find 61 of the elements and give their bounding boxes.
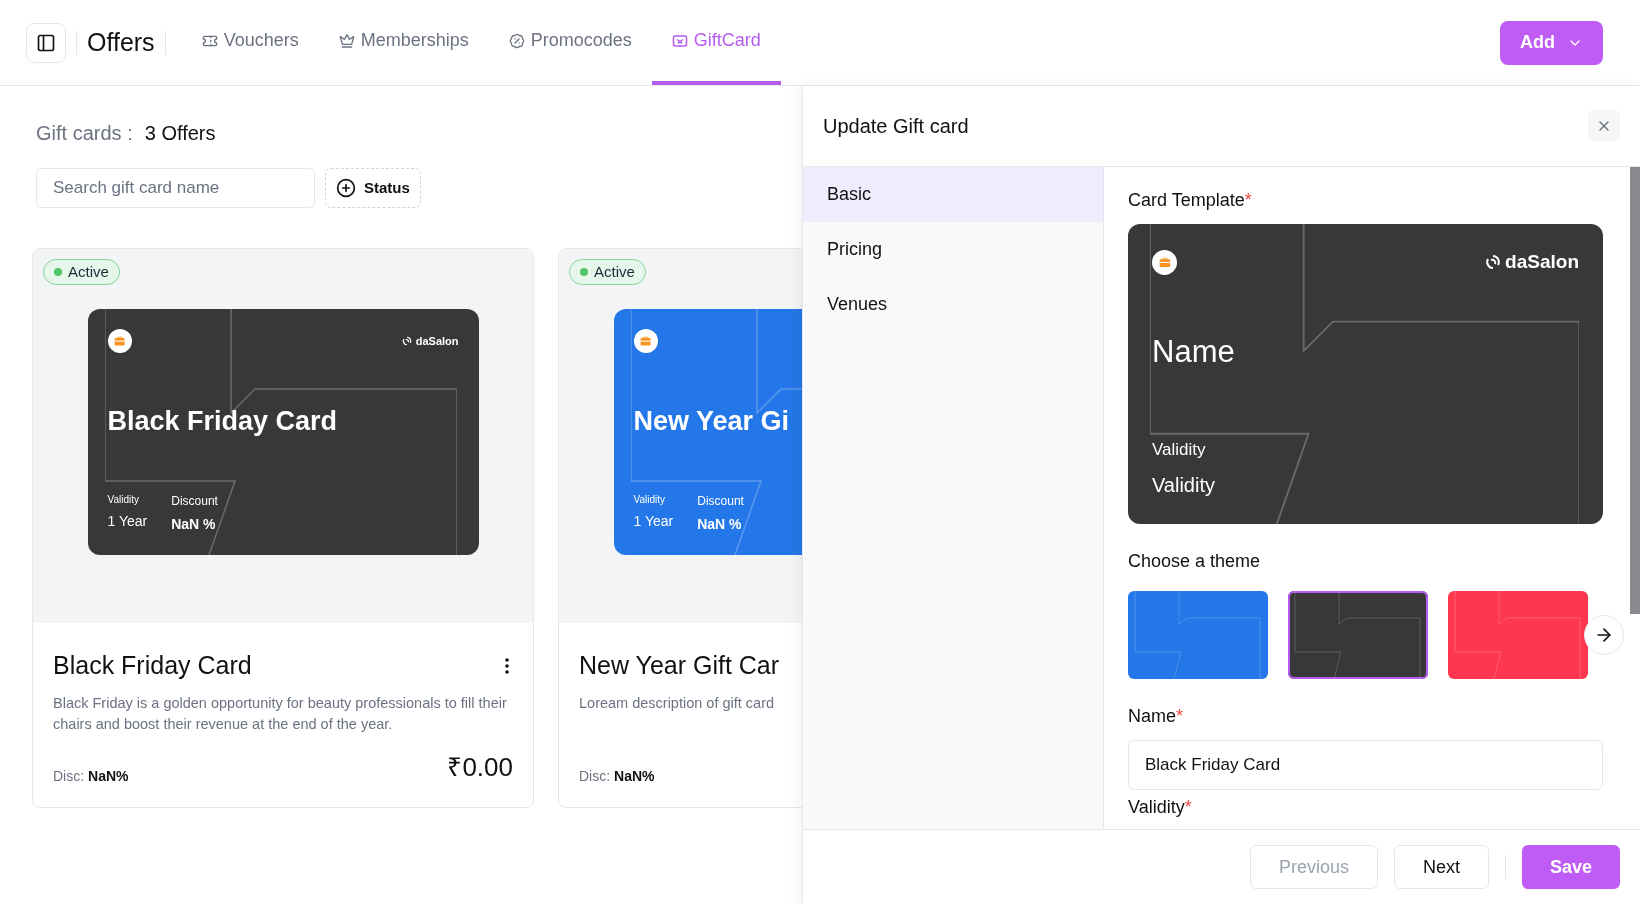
field-label: Validity* — [1128, 796, 1193, 819]
card-title: Black Friday Card — [53, 650, 252, 681]
footer-button[interactable]: Next — [1393, 845, 1489, 889]
card-description: Loream description of gift card — [579, 693, 776, 713]
card-name: Black Friday Card — [107, 405, 339, 438]
section-label: Choose a theme — [1128, 550, 1262, 573]
discount-value: NaN % — [171, 515, 217, 534]
section-tab[interactable]: Pricing — [803, 222, 1103, 277]
panel-title: Update Gift card — [823, 114, 969, 139]
discount-value: NaN % — [697, 515, 743, 534]
validity-value: Validity — [1152, 473, 1216, 498]
section-tab[interactable]: Venues — [803, 277, 1103, 332]
theme-swatch[interactable] — [1128, 591, 1268, 679]
discount-summary: Disc: NaN% — [53, 767, 129, 786]
sidebar-icon — [36, 32, 56, 53]
more-icon — [505, 657, 509, 674]
plus-circle-icon — [336, 178, 356, 198]
status-badge: Active — [43, 259, 120, 285]
gift-icon — [633, 329, 658, 353]
swirl-logo-icon — [401, 336, 412, 346]
validity-label: Validity — [1152, 438, 1207, 461]
crown-icon — [338, 32, 355, 49]
page-title: Offers — [87, 26, 155, 58]
nav-tab[interactable]: Vouchers — [181, 0, 319, 85]
nav-tab[interactable]: GiftCard — [651, 0, 781, 85]
card-description: Black Friday is a golden opportunity for beauty professionals to fill their chairs and boost their revenue at the end of the year. — [53, 693, 508, 734]
discount-summary: Disc: NaN% — [579, 767, 655, 786]
validity-label: Validity — [107, 493, 140, 507]
discount-label: Discount — [697, 493, 744, 510]
discount-label: Discount — [171, 493, 218, 510]
name-field[interactable]: Black Friday Card — [1128, 740, 1603, 790]
validity-label: Validity — [633, 493, 666, 507]
theme-swatch[interactable] — [1288, 591, 1428, 679]
section-tab[interactable]: Basic — [803, 167, 1103, 222]
field-label: Name* — [1128, 705, 1185, 728]
card-name: New Year Gi — [633, 405, 791, 438]
swirl-logo-icon — [1485, 254, 1502, 271]
brand-name: daSalon — [1505, 250, 1579, 274]
gift-icon — [1152, 249, 1177, 275]
card-name: Name — [1152, 332, 1236, 371]
status-badge: Active — [569, 259, 646, 285]
field-label: Card Template* — [1128, 189, 1253, 212]
theme-swatch[interactable] — [1448, 591, 1588, 679]
validity-value: 1 Year — [107, 512, 148, 531]
card-title: New Year Gift Car — [579, 650, 780, 681]
search-field[interactable]: Search gift card name — [36, 168, 315, 208]
offer-count: 3 Offers — [144, 121, 216, 146]
gift-card-tile[interactable]: Active New Year Gi Validity 1 Year Discount NaN % New Year Gift Car Loream description of gift card Disc: NaN% — [558, 248, 802, 808]
gift-icon — [107, 329, 132, 353]
percent-badge-icon — [508, 32, 525, 49]
nav-tab[interactable]: Memberships — [318, 0, 489, 85]
next-theme-button[interactable] — [1584, 615, 1624, 655]
validity-value: 1 Year — [633, 512, 674, 531]
list-label: Gift cards : — [36, 121, 133, 146]
status-filter-button[interactable]: Status — [325, 168, 421, 208]
gift-card-icon — [671, 32, 688, 49]
card-price: ₹0.00 — [447, 751, 513, 784]
gift-card-tile[interactable] — [32, 248, 534, 808]
sidebar-toggle-button[interactable] — [26, 22, 66, 63]
brand-name: daSalon — [415, 333, 459, 349]
nav-tab[interactable]: Promocodes — [488, 0, 652, 85]
